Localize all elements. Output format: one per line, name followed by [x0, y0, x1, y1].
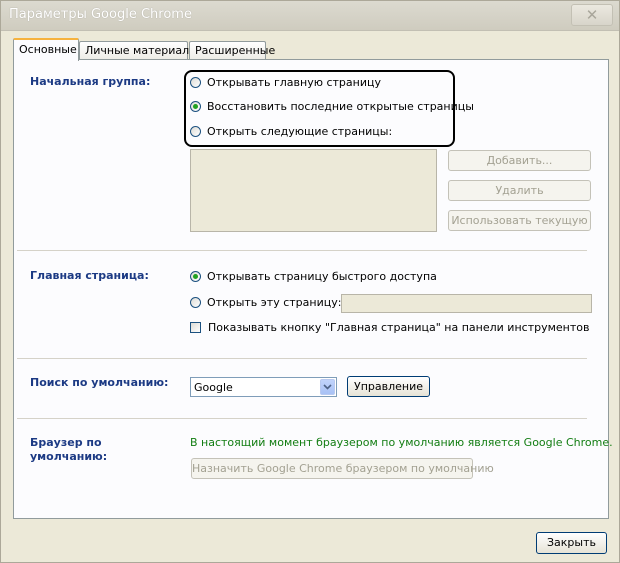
- chevron-down-icon[interactable]: [320, 379, 335, 395]
- radio-button[interactable]: [190, 297, 201, 308]
- radio-button[interactable]: [190, 77, 201, 88]
- show-home-button-option[interactable]: Показывать кнопку "Главная страница" на …: [190, 321, 589, 334]
- remove-page-button[interactable]: Удалить: [448, 180, 591, 201]
- make-default-button[interactable]: Назначить Google Chrome браузером по умо…: [191, 458, 494, 479]
- tab-basics[interactable]: Основные: [13, 38, 79, 61]
- startup-label: Начальная группа:: [30, 75, 151, 88]
- section-divider: [17, 358, 587, 359]
- homepage-option-new-tab[interactable]: Открывать страницу быстрого доступа: [190, 270, 437, 283]
- add-page-button[interactable]: Добавить...: [448, 150, 591, 171]
- startup-option-homepage[interactable]: Открывать главную страницу: [190, 76, 381, 89]
- window-close-button[interactable]: ✕: [571, 4, 613, 26]
- startup-option-open-pages[interactable]: Открыть следующие страницы:: [190, 125, 392, 138]
- startup-pages-list[interactable]: [190, 149, 437, 232]
- homepage-url-input[interactable]: [341, 294, 592, 313]
- homepage-label: Главная страница:: [30, 269, 149, 282]
- window-title: Параметры Google Chrome: [9, 7, 192, 22]
- radio-button-checked[interactable]: [190, 271, 201, 282]
- radio-button-checked[interactable]: [190, 101, 201, 112]
- close-button[interactable]: Закрыть: [536, 532, 607, 554]
- section-divider: [17, 250, 587, 251]
- search-engine-value: Google: [194, 381, 233, 394]
- radio-button[interactable]: [190, 126, 201, 137]
- tab-advanced[interactable]: Расширенные: [189, 41, 275, 60]
- startup-option-restore[interactable]: Восстановить последние открытые страницы: [190, 100, 474, 113]
- default-browser-status: В настоящий момент браузером по умолчани…: [190, 436, 613, 449]
- default-browser-label-line1: Браузер по: [30, 436, 102, 449]
- default-browser-label-line2: умолчанию:: [30, 450, 108, 463]
- search-engine-select[interactable]: Google: [190, 377, 337, 397]
- checkbox[interactable]: [190, 322, 201, 333]
- options-window: Параметры Google Chrome ✕ Основные Личны…: [0, 0, 620, 563]
- section-divider: [17, 418, 587, 419]
- title-bar[interactable]: Параметры Google Chrome ✕: [1, 1, 619, 31]
- tab-personal-stuff[interactable]: Личные материалы: [79, 41, 198, 60]
- close-icon: ✕: [585, 6, 599, 24]
- manage-search-button[interactable]: Управление: [347, 376, 430, 397]
- search-label: Поиск по умолчанию:: [30, 376, 169, 389]
- use-current-pages-button[interactable]: Использовать текущую: [448, 210, 591, 231]
- homepage-option-open-url[interactable]: Открыть эту страницу:: [190, 296, 341, 309]
